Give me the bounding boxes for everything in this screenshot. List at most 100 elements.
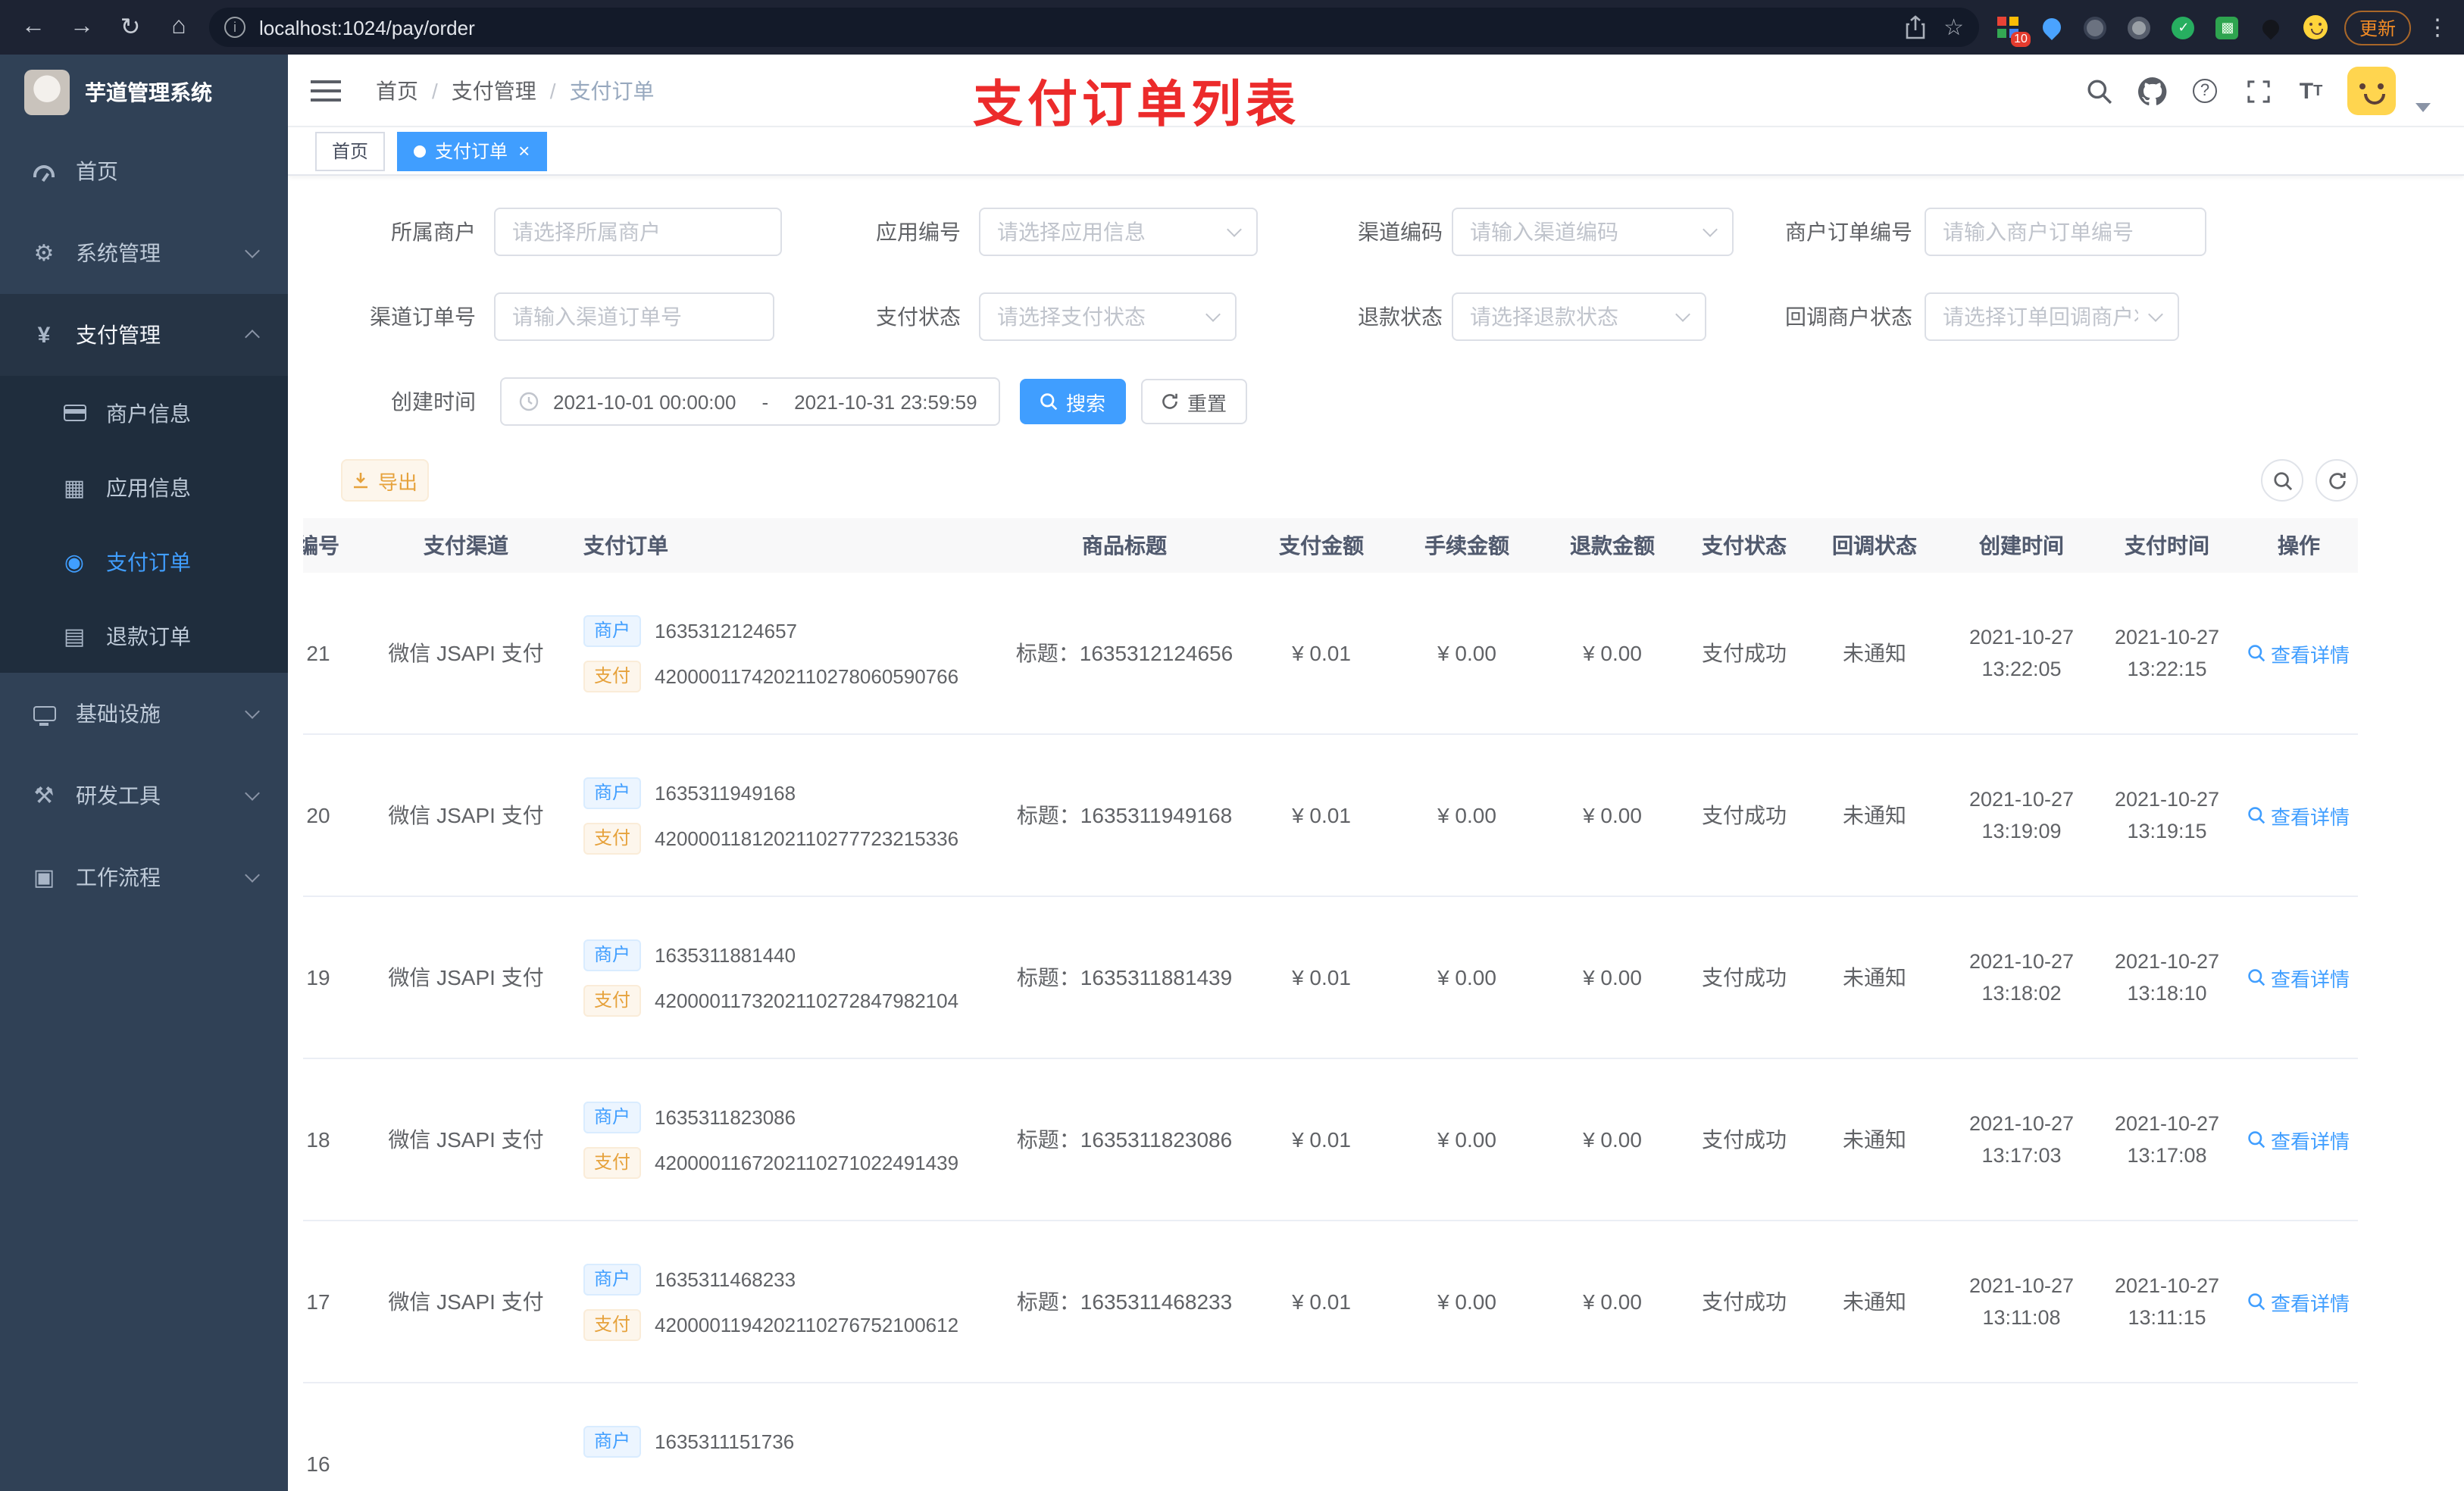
breadcrumb-payment[interactable]: 支付管理 bbox=[452, 76, 536, 106]
bookmark-star-icon[interactable]: ☆ bbox=[1943, 14, 1964, 41]
forward-icon[interactable]: → bbox=[61, 6, 103, 48]
sidebar-item-merchant-info[interactable]: 商户信息 bbox=[0, 376, 288, 450]
cell-fee: ¥ 0.00 bbox=[1437, 965, 1496, 989]
cell-refund bbox=[1540, 1383, 1685, 1491]
create-time-range-input[interactable]: 2021-10-01 00:00:00 - 2021-10-31 23:59:5… bbox=[500, 377, 1000, 426]
extension-pin-icon[interactable] bbox=[2258, 14, 2285, 41]
cell-id: 16 bbox=[306, 1452, 330, 1476]
reload-icon[interactable]: ↻ bbox=[109, 6, 152, 48]
user-avatar[interactable] bbox=[2347, 67, 2396, 115]
cell-create-time: 2021-10-27 13:18:02 bbox=[1968, 950, 2075, 1005]
show-search-button[interactable] bbox=[2261, 459, 2303, 502]
col-header-order: 支付订单 bbox=[583, 533, 668, 558]
help-icon[interactable]: ? bbox=[2188, 74, 2222, 108]
notify-status-select[interactable]: 请选择订单回调商户状态 bbox=[1925, 292, 2179, 341]
tab-home[interactable]: 首页 bbox=[315, 131, 386, 170]
pay-order-no: 4200001174202110278060590766 bbox=[655, 664, 959, 687]
chevron-down-icon bbox=[245, 867, 260, 883]
col-header-pay-time: 支付时间 bbox=[2125, 533, 2209, 558]
sidebar-logo[interactable]: 芋道管理系统 bbox=[0, 55, 288, 130]
site-info-icon[interactable]: i bbox=[224, 17, 245, 38]
extension-grid-icon[interactable]: 10 bbox=[1994, 14, 2031, 47]
screen: ← → ↻ ⌂ i localhost:1024/pay/order ☆ 10 … bbox=[0, 0, 2464, 1491]
refresh-table-button[interactable] bbox=[2315, 459, 2358, 502]
sidebar-item-workflow[interactable]: ▣ 工作流程 bbox=[0, 836, 288, 918]
tab-close-icon[interactable]: × bbox=[518, 141, 530, 161]
col-header-create-time: 创建时间 bbox=[1979, 533, 2064, 558]
tab-pay-order[interactable]: 支付订单 × bbox=[397, 131, 547, 170]
refund-status-select[interactable]: 请选择退款状态 bbox=[1452, 292, 1706, 341]
sidebar-item-payment[interactable]: ¥ 支付管理 bbox=[0, 294, 288, 376]
search-icon[interactable] bbox=[2082, 74, 2115, 108]
cell-create-time bbox=[1946, 1383, 2097, 1491]
extensions-area: 10 ✓ ▩ bbox=[1994, 14, 2344, 47]
extension-emoji-icon[interactable] bbox=[2302, 14, 2329, 41]
browser-nav: ← → ↻ ⌂ bbox=[0, 6, 200, 48]
browser-menu-icon[interactable]: ⋮ bbox=[2423, 14, 2464, 41]
fullscreen-icon[interactable] bbox=[2241, 74, 2275, 108]
extension-badge: 10 bbox=[2011, 32, 2031, 47]
pay-status-select[interactable]: 请选择支付状态 bbox=[979, 292, 1237, 341]
avatar-caret-icon[interactable] bbox=[2416, 103, 2431, 112]
cell-pay-time bbox=[2097, 1383, 2237, 1491]
sidebar-item-dev-tools[interactable]: ⚒ 研发工具 bbox=[0, 755, 288, 836]
app-select[interactable]: 请选择应用信息 bbox=[979, 208, 1258, 256]
extension-ring-icon[interactable] bbox=[2126, 14, 2153, 41]
filter-label-channel-order-no: 渠道订单号 bbox=[370, 305, 476, 329]
sidebar-item-refund-order[interactable]: ▤ 退款订单 bbox=[0, 599, 288, 673]
merchant-input[interactable]: 请选择所属商户 bbox=[494, 208, 782, 256]
address-bar[interactable]: i localhost:1024/pay/order ☆ bbox=[209, 8, 1979, 47]
cell-create-time: 2021-10-27 13:17:03 bbox=[1968, 1112, 2075, 1167]
view-detail-link[interactable]: 查看详情 bbox=[2248, 1125, 2350, 1154]
channel-order-no-input[interactable]: 请输入渠道订单号 bbox=[494, 292, 774, 341]
sidebar-item-home[interactable]: 首页 bbox=[0, 130, 288, 212]
channel-code-select[interactable]: 请输入渠道编码 bbox=[1452, 208, 1734, 256]
pay-order-no: 4200001181202110277723215336 bbox=[655, 827, 959, 849]
sidebar-item-app-info[interactable]: ▦ 应用信息 bbox=[0, 450, 288, 524]
url-text[interactable]: localhost:1024/pay/order bbox=[259, 16, 1904, 39]
view-detail-link[interactable]: 查看详情 bbox=[2248, 801, 2350, 830]
chevron-down-icon bbox=[1703, 221, 1718, 236]
export-button[interactable]: 导出 bbox=[341, 459, 429, 502]
view-detail-link[interactable]: 查看详情 bbox=[2248, 639, 2350, 667]
cell-channel bbox=[364, 1383, 568, 1491]
share-icon[interactable] bbox=[1904, 15, 1925, 39]
extension-chat-icon[interactable]: ▩ bbox=[2214, 14, 2241, 41]
merchant-order-no: 1635311468233 bbox=[655, 1268, 796, 1290]
sidebar-item-system[interactable]: ⚙ 系统管理 bbox=[0, 212, 288, 294]
date-start[interactable]: 2021-10-01 00:00:00 bbox=[553, 390, 736, 413]
view-detail-link[interactable]: 查看详情 bbox=[2248, 1287, 2350, 1316]
date-end[interactable]: 2021-10-31 23:59:59 bbox=[794, 390, 977, 413]
extension-circle-icon[interactable] bbox=[2082, 14, 2109, 41]
cell-fee: ¥ 0.00 bbox=[1437, 1127, 1496, 1152]
cell-id: 17 bbox=[306, 1289, 330, 1314]
extension-drop-icon[interactable] bbox=[2038, 14, 2065, 41]
table-row: 17 微信 JSAPI 支付 商户 1635311468233 支付 42000… bbox=[303, 1221, 2358, 1383]
table-row: 20 微信 JSAPI 支付 商户 1635311949168 支付 42000… bbox=[303, 735, 2358, 897]
breadcrumb-home[interactable]: 首页 bbox=[376, 76, 418, 106]
filter-label-channel-code: 渠道编码 bbox=[1358, 220, 1443, 244]
github-icon[interactable] bbox=[2135, 74, 2169, 108]
hamburger-icon[interactable] bbox=[311, 80, 341, 102]
cell-fee: ¥ 0.00 bbox=[1437, 803, 1496, 827]
sidebar-item-infrastructure[interactable]: 基础设施 bbox=[0, 673, 288, 755]
merchant-order-no-input[interactable]: 请输入商户订单编号 bbox=[1925, 208, 2206, 256]
font-size-icon[interactable]: TT bbox=[2294, 74, 2328, 108]
tags-view-bar: 首页 支付订单 × bbox=[288, 127, 2464, 176]
reset-button[interactable]: 重置 bbox=[1141, 379, 1247, 424]
browser-update-button[interactable]: 更新 bbox=[2344, 10, 2411, 45]
sidebar-item-pay-order[interactable]: ◉ 支付订单 bbox=[0, 524, 288, 599]
browser-toolbar: ← → ↻ ⌂ i localhost:1024/pay/order ☆ 10 … bbox=[0, 0, 2464, 55]
cell-order: 商户 1635311949168 支付 42000011812021102777… bbox=[568, 735, 1000, 896]
col-header-notify: 回调状态 bbox=[1832, 533, 1917, 558]
search-button[interactable]: 搜索 bbox=[1020, 379, 1126, 424]
view-detail-link[interactable]: 查看详情 bbox=[2248, 963, 2350, 992]
extension-check-icon[interactable]: ✓ bbox=[2170, 14, 2197, 41]
back-icon[interactable]: ← bbox=[12, 6, 55, 48]
col-header-refund: 退款金额 bbox=[1570, 533, 1655, 558]
filter-label-app: 应用编号 bbox=[876, 220, 961, 244]
home-icon[interactable]: ⌂ bbox=[158, 6, 200, 48]
magnifier-icon bbox=[2249, 1131, 2266, 1149]
table-row: 18 微信 JSAPI 支付 商户 1635311823086 支付 42000… bbox=[303, 1059, 2358, 1221]
chevron-down-icon bbox=[2148, 306, 2163, 321]
